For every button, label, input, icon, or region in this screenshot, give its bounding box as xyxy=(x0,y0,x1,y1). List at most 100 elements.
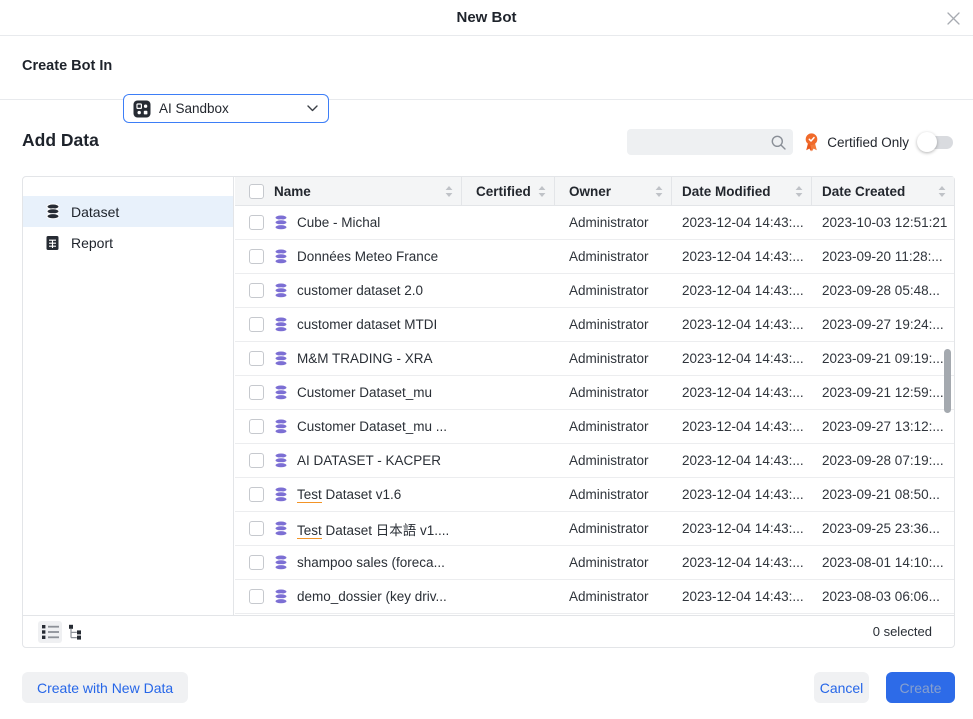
date-created-cell: 2023-09-27 19:24:... xyxy=(812,317,954,332)
sidebar-item-label: Report xyxy=(71,235,113,251)
certified-badge-icon xyxy=(803,133,820,152)
date-modified-cell: 2023-12-04 14:43:... xyxy=(672,215,812,230)
sort-icon[interactable] xyxy=(655,186,663,197)
row-checkbox[interactable] xyxy=(249,317,264,332)
dataset-icon xyxy=(273,452,289,469)
sidebar-item-report[interactable]: Report xyxy=(23,227,233,258)
name-cell: Test Dataset 日本語 v1.... xyxy=(235,519,462,539)
table-row[interactable]: shampoo sales (foreca...Administrator202… xyxy=(235,546,954,580)
row-checkbox[interactable] xyxy=(249,249,264,264)
row-checkbox[interactable] xyxy=(249,555,264,570)
owner-cell: Administrator xyxy=(555,249,672,264)
sort-icon[interactable] xyxy=(538,186,546,197)
table-row[interactable]: AI DATASET - KACPER Administrator2023-12-… xyxy=(235,444,954,478)
dataset-name: Customer Dataset_mu ... xyxy=(297,419,447,434)
name-cell: customer dataset 2.0 xyxy=(235,282,462,299)
column-header-date-created[interactable]: Date Created xyxy=(812,177,954,205)
toggle-knob xyxy=(917,132,937,152)
certified-only-control: Certified Only xyxy=(803,129,953,155)
date-modified-cell: 2023-12-04 14:43:... xyxy=(672,351,812,366)
date-created-cell: 2023-10-03 12:51:21 xyxy=(812,215,954,230)
new-bot-modal: New Bot Create Bot In AI Sandbox A xyxy=(0,0,973,719)
data-picker: Dataset Report Name Certified xyxy=(22,176,955,648)
table-row[interactable]: Test Dataset v1.6Administrator2023-12-04… xyxy=(235,478,954,512)
row-checkbox[interactable] xyxy=(249,487,264,502)
table-row[interactable]: Customer Dataset_mu ...Administrator2023… xyxy=(235,410,954,444)
name-cell: shampoo sales (foreca... xyxy=(235,554,462,571)
date-modified-cell: 2023-12-04 14:43:... xyxy=(672,453,812,468)
page-title: New Bot xyxy=(0,0,973,36)
date-modified-cell: 2023-12-04 14:43:... xyxy=(672,589,812,604)
create-bot-in-section: Create Bot In AI Sandbox xyxy=(0,36,973,100)
column-header-date-modified[interactable]: Date Modified xyxy=(672,177,812,205)
modal-header: New Bot xyxy=(0,0,973,36)
table-row[interactable]: customer dataset MTDIAdministrator2023-1… xyxy=(235,308,954,342)
dataset-icon xyxy=(273,384,289,401)
table-row[interactable]: Customer Dataset_mu Administrator2023-12-… xyxy=(235,376,954,410)
name-cell: AI DATASET - KACPER xyxy=(235,452,462,469)
select-all-checkbox[interactable] xyxy=(249,184,264,199)
certified-only-toggle[interactable] xyxy=(919,136,953,149)
table-row[interactable]: Cube - MichalAdministrator2023-12-04 14:… xyxy=(235,206,954,240)
workspace-dropdown[interactable]: AI Sandbox xyxy=(123,94,329,123)
row-checkbox[interactable] xyxy=(249,589,264,604)
search-input[interactable] xyxy=(627,129,793,155)
row-checkbox[interactable] xyxy=(249,419,264,434)
date-created-cell: 2023-09-27 13:12:... xyxy=(812,419,954,434)
sort-icon[interactable] xyxy=(938,186,946,197)
row-checkbox[interactable] xyxy=(249,521,264,536)
table-header: Name Certified Owner Date Modified Date … xyxy=(235,177,954,206)
scrollbar-thumb[interactable] xyxy=(944,349,951,413)
column-header-owner[interactable]: Owner xyxy=(555,177,672,205)
owner-cell: Administrator xyxy=(555,453,672,468)
date-modified-cell: 2023-12-04 14:43:... xyxy=(672,419,812,434)
dataset-table: Name Certified Owner Date Modified Date … xyxy=(235,177,954,615)
name-cell: M&M TRADING - XRA xyxy=(235,350,462,367)
highlighted-text: Test xyxy=(297,487,322,503)
dataset-icon xyxy=(273,214,289,231)
name-cell: Customer Dataset_mu xyxy=(235,384,462,401)
table-body: Cube - MichalAdministrator2023-12-04 14:… xyxy=(235,206,954,614)
table-row[interactable]: demo_dossier (key driv... Administrator20… xyxy=(235,580,954,614)
dataset-icon xyxy=(273,486,289,503)
tree-view-button[interactable] xyxy=(64,621,88,643)
row-checkbox[interactable] xyxy=(249,385,264,400)
table-row[interactable]: Données Meteo FranceAdministrator2023-12… xyxy=(235,240,954,274)
sort-icon[interactable] xyxy=(445,186,453,197)
table-row[interactable]: customer dataset 2.0Administrator2023-12… xyxy=(235,274,954,308)
dataset-icon xyxy=(273,554,289,571)
sort-icon[interactable] xyxy=(795,186,803,197)
dataset-name: customer dataset 2.0 xyxy=(297,283,423,298)
date-modified-cell: 2023-12-04 14:43:... xyxy=(672,555,812,570)
table-row[interactable]: Test Dataset 日本語 v1....Administrator2023… xyxy=(235,512,954,546)
close-icon[interactable] xyxy=(947,12,960,30)
owner-cell: Administrator xyxy=(555,385,672,400)
list-view-button[interactable] xyxy=(38,621,62,643)
date-modified-cell: 2023-12-04 14:43:... xyxy=(672,385,812,400)
dataset-name: customer dataset MTDI xyxy=(297,317,437,332)
create-button[interactable]: Create xyxy=(886,672,955,703)
row-checkbox[interactable] xyxy=(249,283,264,298)
date-created-cell: 2023-09-28 07:19:... xyxy=(812,453,954,468)
cancel-button[interactable]: Cancel xyxy=(814,672,869,703)
date-created-cell: 2023-09-25 23:36... xyxy=(812,521,954,536)
date-modified-cell: 2023-12-04 14:43:... xyxy=(672,249,812,264)
owner-cell: Administrator xyxy=(555,589,672,604)
dataset-name: Test Dataset 日本語 v1.... xyxy=(297,519,449,539)
name-cell: demo_dossier (key driv... xyxy=(235,588,462,605)
dataset-name: M&M TRADING - XRA xyxy=(297,351,433,366)
column-header-certified[interactable]: Certified xyxy=(462,177,555,205)
table-row[interactable]: M&M TRADING - XRAAdministrator2023-12-04… xyxy=(235,342,954,376)
row-checkbox[interactable] xyxy=(249,215,264,230)
owner-cell: Administrator xyxy=(555,419,672,434)
column-header-name[interactable]: Name xyxy=(235,177,462,205)
row-checkbox[interactable] xyxy=(249,453,264,468)
row-checkbox[interactable] xyxy=(249,351,264,366)
search-box xyxy=(627,129,793,155)
date-created-cell: 2023-09-21 12:59:... xyxy=(812,385,954,400)
sidebar-item-label: Dataset xyxy=(71,204,119,220)
create-bot-in-label: Create Bot In xyxy=(22,58,112,74)
sidebar-item-dataset[interactable]: Dataset xyxy=(23,196,233,227)
create-with-new-data-button[interactable]: Create with New Data xyxy=(22,672,188,703)
date-created-cell: 2023-08-01 14:10:... xyxy=(812,555,954,570)
